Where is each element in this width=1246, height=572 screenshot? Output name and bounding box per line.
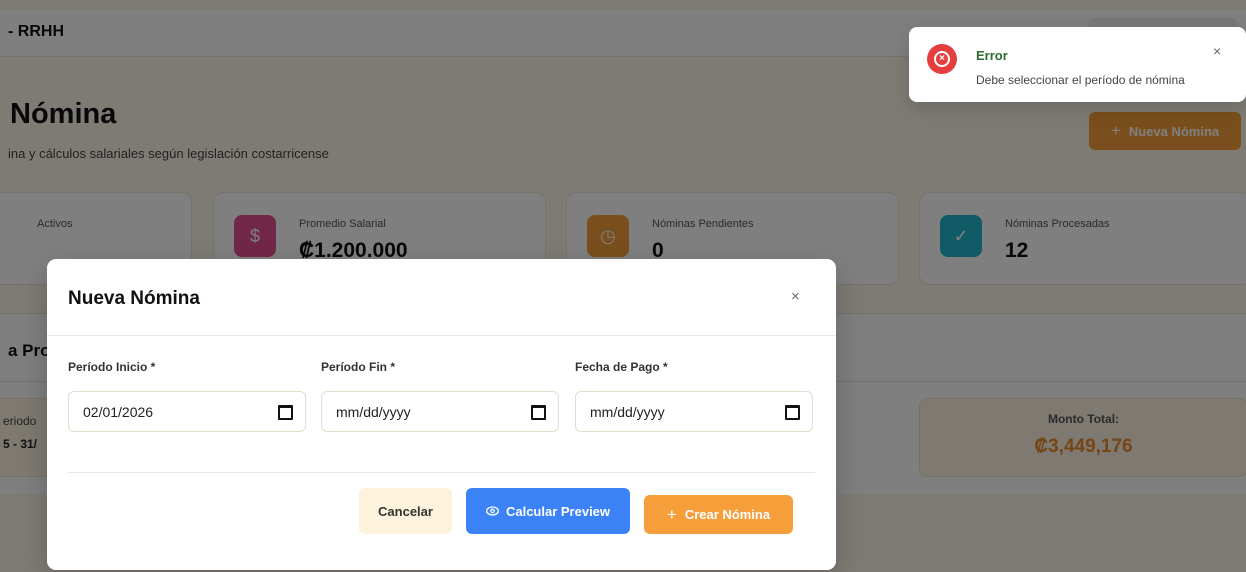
cancel-button[interactable]: Cancelar	[359, 488, 452, 534]
toast-message: Debe seleccionar el período de nómina	[976, 73, 1185, 87]
pay-date-label: Fecha de Pago *	[575, 360, 668, 374]
pay-date-value: mm/dd/yyyy	[590, 404, 665, 420]
cancel-label: Cancelar	[378, 503, 433, 519]
calendar-icon[interactable]	[531, 405, 546, 420]
create-payroll-label: Crear Nómina	[684, 507, 771, 522]
eye-icon	[486, 504, 499, 519]
close-icon[interactable]: ×	[1213, 43, 1221, 59]
modal-divider	[47, 335, 836, 336]
error-circle-icon: ×	[927, 44, 957, 74]
toast-title: Error	[976, 48, 1008, 63]
footer-divider	[68, 472, 815, 473]
pay-date-input[interactable]: mm/dd/yyyy	[575, 391, 813, 432]
calculate-preview-label: Calcular Preview	[505, 503, 611, 519]
calculate-preview-button[interactable]: Calcular Preview	[466, 488, 630, 534]
error-toast: × Error Debe seleccionar el período de n…	[909, 27, 1246, 102]
plus-icon: +	[666, 504, 677, 524]
end-date-label: Período Fin *	[321, 360, 396, 374]
end-date-value: mm/dd/yyyy	[336, 404, 411, 420]
create-payroll-button[interactable]: + Crear Nómina	[644, 495, 793, 534]
modal-title: Nueva Nómina	[68, 288, 200, 309]
calendar-icon[interactable]	[278, 405, 293, 420]
end-date-input[interactable]: mm/dd/yyyy	[321, 391, 559, 432]
start-date-label: Período Inicio *	[68, 360, 156, 374]
calendar-icon[interactable]	[785, 405, 800, 420]
close-icon[interactable]: ×	[791, 288, 800, 305]
start-date-input[interactable]: 02/01/2026	[68, 391, 306, 432]
start-date-value: 02/01/2026	[83, 404, 154, 420]
new-payroll-modal: Nueva Nómina × Período Inicio * 02/01/20…	[47, 259, 836, 570]
